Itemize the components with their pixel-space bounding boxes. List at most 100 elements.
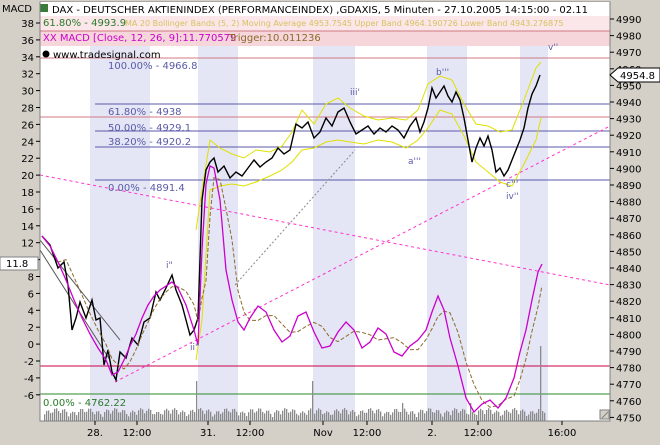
volume-bar xyxy=(102,416,104,421)
volume-bar xyxy=(66,411,68,421)
volume-bar xyxy=(310,408,312,421)
trigger-legend: Trigger:10.011236 xyxy=(228,33,321,44)
volume-bar xyxy=(104,412,106,421)
volume-bar xyxy=(360,411,362,421)
volume-bar xyxy=(542,411,544,421)
volume-bar xyxy=(422,410,424,421)
volume-bar xyxy=(248,412,250,421)
volume-bar xyxy=(540,346,542,421)
volume-bar xyxy=(124,410,126,421)
volume-bar xyxy=(478,410,480,421)
fib-bottom-label: 0.00% - 4762.22 xyxy=(43,398,126,409)
volume-bar xyxy=(86,411,88,421)
volume-bar xyxy=(544,412,546,421)
volume-bar xyxy=(342,409,344,421)
volume-bar xyxy=(140,408,142,421)
volume-bar xyxy=(398,411,400,421)
volume-bar xyxy=(304,412,306,421)
wave-label-c: c''' xyxy=(506,180,518,190)
volume-bar xyxy=(170,413,172,421)
volume-bar xyxy=(268,410,270,421)
wave-label-a: a''' xyxy=(408,157,421,167)
volume-bar xyxy=(68,416,70,421)
session-band xyxy=(520,2,548,421)
left-axis-label: 32 xyxy=(21,70,34,81)
volume-bar xyxy=(374,413,376,421)
volume-bar xyxy=(192,409,194,421)
volume-bar xyxy=(480,408,482,421)
volume-bar xyxy=(290,411,292,421)
volume-bar xyxy=(314,413,316,421)
volume-bar xyxy=(78,412,80,421)
volume-bar xyxy=(366,412,368,421)
volume-bar xyxy=(372,410,374,421)
volume-bar xyxy=(438,410,440,421)
volume-bar xyxy=(402,403,404,421)
volume-bar xyxy=(196,381,198,421)
volume-bar xyxy=(354,411,356,421)
volume-bar xyxy=(44,414,46,421)
chart-canvas[interactable]: DAX - DEUTSCHER AKTIENINDEX (PERFORMANCE… xyxy=(0,0,660,441)
volume-bar xyxy=(496,410,498,421)
indicator-checkbox[interactable] xyxy=(40,4,48,12)
volume-bar xyxy=(234,408,236,421)
volume-bar xyxy=(174,408,176,421)
volume-bar xyxy=(316,410,318,421)
right-axis-label: 4920 xyxy=(616,131,641,142)
right-axis-label: 4830 xyxy=(616,281,641,292)
volume-bar xyxy=(408,414,410,421)
volume-bar xyxy=(250,409,252,421)
left-axis-label: 2 xyxy=(28,323,34,334)
volume-bar xyxy=(298,415,300,421)
volume-bar xyxy=(328,412,330,421)
volume-bar xyxy=(514,408,516,421)
right-axis-label: 4800 xyxy=(616,330,641,341)
resize-grip-icon[interactable] xyxy=(599,409,610,420)
volume-bar xyxy=(186,416,188,421)
volume-bar xyxy=(492,413,494,421)
volume-bar xyxy=(94,414,96,421)
volume-bar xyxy=(246,416,248,421)
volume-bar xyxy=(220,413,222,421)
volume-bar xyxy=(272,417,274,421)
volume-bar xyxy=(208,409,210,421)
volume-bar xyxy=(46,410,48,421)
volume-bar xyxy=(414,413,416,421)
volume-bar xyxy=(522,409,524,421)
volume-bar xyxy=(238,415,240,421)
volume-bar xyxy=(330,414,332,421)
x-axis-label: 12:00 xyxy=(236,428,265,439)
volume-bar xyxy=(426,411,428,421)
volume-bar xyxy=(380,411,382,421)
volume-bar xyxy=(252,409,254,421)
right-axis-label: 4900 xyxy=(616,164,641,175)
volume-bar xyxy=(530,411,532,421)
macd-legend: XX MACD [Close, 12, 26, 9]:11.770579 xyxy=(43,33,236,44)
x-axis-label: 31. xyxy=(200,428,216,439)
volume-bar xyxy=(236,411,238,421)
volume-bar xyxy=(346,410,348,421)
panel-label: MACD xyxy=(2,4,32,15)
volume-bar xyxy=(490,409,492,421)
volume-bar xyxy=(106,409,108,421)
volume-bar xyxy=(322,413,324,421)
volume-bar xyxy=(504,410,506,421)
x-axis-label: 12:00 xyxy=(353,428,382,439)
volume-bar xyxy=(288,412,290,421)
wave-label-v: v'' xyxy=(548,43,558,53)
volume-bar xyxy=(474,413,476,421)
volume-bar xyxy=(256,411,258,421)
volume-bar xyxy=(348,414,350,421)
volume-bar xyxy=(320,409,322,421)
volume-bar xyxy=(472,411,474,421)
x-axis-label: 12:00 xyxy=(464,428,493,439)
left-axis-label: 26 xyxy=(21,120,34,131)
left-axis-label: 30 xyxy=(21,87,34,98)
volume-bar xyxy=(488,408,490,421)
volume-bar xyxy=(486,409,488,421)
right-axis-label: 4780 xyxy=(616,364,641,375)
volume-bar xyxy=(260,408,262,421)
volume-bar xyxy=(464,409,466,421)
volume-bar xyxy=(378,409,380,421)
volume-bar xyxy=(128,416,130,421)
